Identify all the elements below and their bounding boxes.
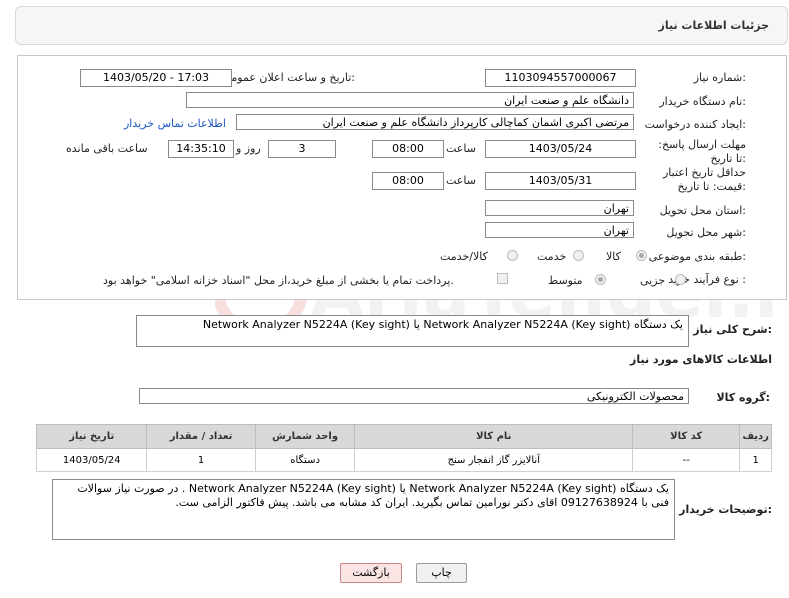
price-validity-time-label: ساعت: [446, 174, 476, 187]
table-row[interactable]: 1 -- آنالایزر گاز انفجار سنج دستگاه 1 14…: [35, 448, 772, 472]
requester-label: ایجاد کننده درخواست:: [644, 118, 746, 131]
column-header-row-number: ردیف: [739, 424, 772, 449]
panel-header: جزئیات اطلاعات نیاز: [15, 6, 788, 45]
category-option-service: خدمت: [537, 250, 567, 263]
column-header-goods-name: نام کالا: [354, 424, 634, 449]
reply-deadline-date-field[interactable]: 1403/05/24: [485, 140, 636, 158]
treasury-payment-checkbox[interactable]: [497, 273, 508, 284]
treasury-payment-note: پرداخت تمام یا بخشی از مبلغ خرید،از محل …: [103, 274, 454, 287]
city-label: شهر محل تحویل:: [666, 226, 746, 239]
province-label: استان محل تحویل:: [659, 204, 746, 217]
goods-group-field[interactable]: محصولات الکترونیکی: [139, 388, 689, 404]
page-title: جزئیات اطلاعات نیاز: [658, 19, 770, 32]
announce-datetime-label: تاریخ و ساعت اعلان عمومی:: [222, 71, 355, 84]
goods-section-title: اطلاعات کالاهای مورد نیاز: [630, 353, 772, 366]
days-remaining-field[interactable]: 3: [268, 140, 336, 158]
description-label: شرح کلی نیاز:: [693, 323, 772, 336]
buyer-notes-line-1: یک دستگاه Network Analyzer N5224A (Key s…: [77, 482, 669, 495]
process-radio-medium[interactable]: [595, 274, 606, 285]
column-header-need-date: تاریخ نیاز: [35, 424, 148, 449]
need-number-field[interactable]: 1103094557000067: [485, 69, 636, 87]
announce-datetime-field[interactable]: 1403/05/20 - 17:03: [80, 69, 232, 87]
province-field[interactable]: تهران: [485, 200, 634, 216]
unit-cell: دستگاه: [254, 448, 356, 472]
process-radio-minor[interactable]: [675, 274, 686, 285]
description-field[interactable]: یک دستگاه Network Analyzer N5224A (Key s…: [136, 315, 689, 347]
quantity-cell: 1: [146, 448, 256, 472]
column-header-quantity: تعداد / مقدار: [146, 424, 256, 449]
buyer-org-label: نام دستگاه خریدار:: [659, 95, 746, 108]
print-button[interactable]: چاپ: [416, 563, 467, 583]
goods-code-cell: --: [632, 448, 741, 472]
goods-table: ردیف کد کالا نام کالا واحد شمارش تعداد /…: [35, 424, 772, 472]
goods-name-cell: آنالایزر گاز انفجار سنج: [354, 448, 634, 472]
row-number-cell: 1: [739, 448, 772, 472]
category-label: طبقه بندی موضوعی:: [648, 250, 746, 263]
days-label: روز و: [236, 142, 261, 155]
process-option-minor: جزیی: [640, 274, 666, 287]
goods-group-label: گروه کالا:: [716, 391, 770, 404]
reply-deadline-label: مهلت ارسال پاسخ: تا تاریخ:: [658, 138, 746, 165]
buyer-org-field[interactable]: دانشگاه علم و صنعت ایران: [186, 92, 634, 108]
category-radio-goods[interactable]: [636, 250, 647, 261]
buyer-notes-line-2: فنی با 09127638924 اقای دکتر نورامین تما…: [175, 496, 669, 509]
goods-table-header-row: ردیف کد کالا نام کالا واحد شمارش تعداد /…: [35, 424, 772, 449]
price-validity-date-field[interactable]: 1403/05/31: [485, 172, 636, 190]
time-remaining-field[interactable]: 14:35:10: [168, 140, 234, 158]
reply-deadline-time-label: ساعت: [446, 142, 476, 155]
process-option-medium: متوسط: [548, 274, 583, 287]
price-validity-label: حداقل تاریخ اعتبار قیمت: تا تاریخ:: [662, 166, 746, 193]
column-header-unit: واحد شمارش: [254, 424, 356, 449]
need-number-label: شماره نیاز:: [693, 71, 746, 84]
requester-field[interactable]: مرتضی اکبری اشمان کماچالی کارپرداز دانشگ…: [236, 114, 634, 130]
time-remaining-label: ساعت باقی مانده: [66, 142, 148, 155]
reply-deadline-time-field[interactable]: 08:00: [372, 140, 444, 158]
category-option-goods: کالا: [606, 250, 621, 263]
buyer-contact-link[interactable]: اطلاعات تماس خریدار: [124, 117, 226, 130]
buyer-notes-field[interactable]: یک دستگاه Network Analyzer N5224A (Key s…: [52, 479, 675, 540]
category-option-goods-service: کالا/خدمت: [440, 250, 488, 263]
column-header-goods-code: کد کالا: [632, 424, 741, 449]
category-radio-service[interactable]: [573, 250, 584, 261]
need-date-cell: 1403/05/24: [35, 448, 148, 472]
category-radio-goods-service[interactable]: [507, 250, 518, 261]
buyer-notes-label: توضیحات خریدار:: [679, 503, 772, 516]
price-validity-time-field[interactable]: 08:00: [372, 172, 444, 190]
back-button[interactable]: بازگشت: [340, 563, 402, 583]
city-field[interactable]: تهران: [485, 222, 634, 238]
